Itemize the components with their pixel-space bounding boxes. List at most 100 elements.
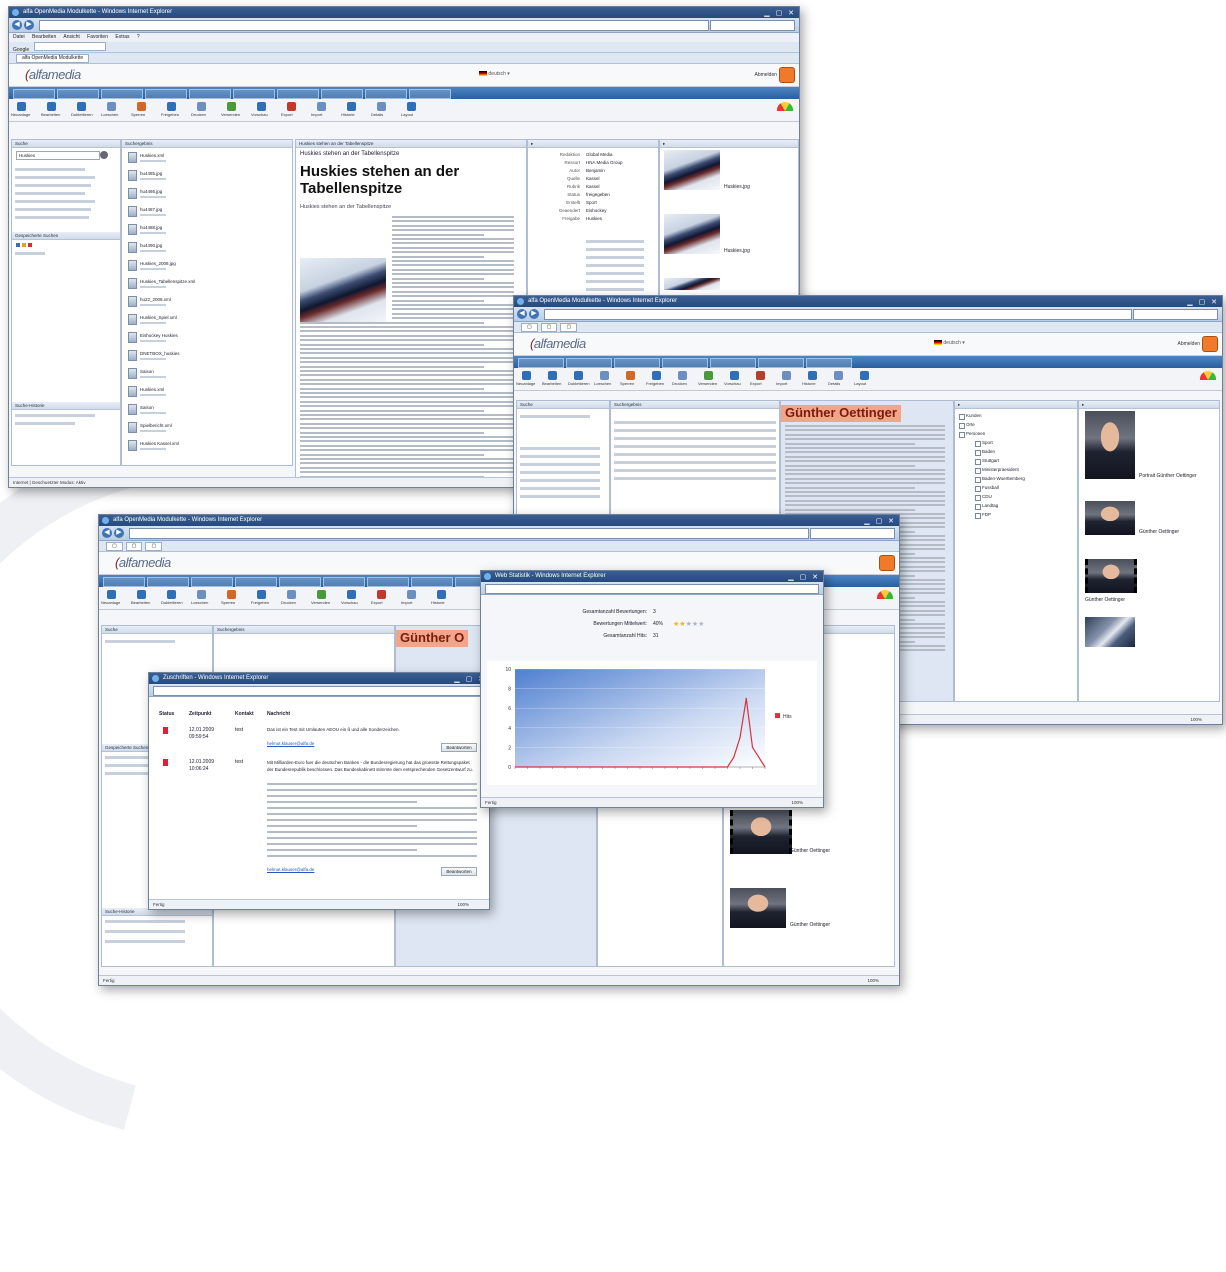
- search-input[interactable]: [105, 640, 175, 643]
- power-icon[interactable]: [879, 555, 895, 571]
- file-name[interactable]: Huskies_Tabellenspitze.xml: [140, 279, 195, 284]
- module-tab[interactable]: [806, 358, 852, 368]
- toolbar-button-icon[interactable]: [197, 590, 206, 599]
- tree-checkbox[interactable]: [959, 423, 965, 429]
- rating-stars[interactable]: ★★★★★: [673, 620, 704, 628]
- file-name[interactable]: Huskies_Spiel.xml: [140, 315, 177, 320]
- toolbar-button-label[interactable]: Versenden: [698, 381, 717, 386]
- module-tab[interactable]: [235, 577, 277, 587]
- file-icon[interactable]: [128, 170, 137, 181]
- file-icon[interactable]: [128, 350, 137, 361]
- toolbar-button-label[interactable]: Versenden: [221, 112, 240, 117]
- toolbar-button-icon[interactable]: [137, 590, 146, 599]
- history-item[interactable]: [15, 422, 75, 425]
- search-input[interactable]: [520, 415, 590, 418]
- film-thumbnail[interactable]: [730, 810, 792, 854]
- toolbar-button-label[interactable]: Details: [371, 112, 383, 117]
- tree-node[interactable]: Fussball: [982, 485, 999, 490]
- table-row[interactable]: [614, 445, 776, 448]
- toolbar-button-label[interactable]: Loeschen: [101, 112, 118, 117]
- logout-link[interactable]: Abmelden: [1177, 341, 1200, 347]
- browser-tab[interactable]: ▢: [521, 323, 538, 332]
- toolbar-button-label[interactable]: Dublettieren: [568, 381, 590, 386]
- tree-node[interactable]: Kunden: [966, 413, 982, 418]
- toolbar-button-label[interactable]: Historie: [802, 381, 816, 386]
- file-name[interactable]: hu4490.jpg: [140, 243, 162, 248]
- toolbar-button-label[interactable]: Sperren: [221, 600, 235, 605]
- browser-tab[interactable]: ▢: [145, 542, 163, 551]
- file-name[interactable]: Saison: [140, 369, 154, 374]
- filter-row[interactable]: [15, 176, 95, 179]
- language-select[interactable]: deutsch ▾: [934, 340, 965, 346]
- toolbar-button-icon[interactable]: [197, 102, 206, 111]
- meta-field[interactable]: [586, 256, 644, 259]
- browser-tab[interactable]: ▢: [125, 542, 143, 551]
- filter-row[interactable]: [520, 487, 600, 490]
- zoom-level[interactable]: 100%: [867, 976, 879, 985]
- menu-items[interactable]: Datei Bearbeiten Ansicht Favoriten Extra…: [13, 34, 140, 40]
- history-item[interactable]: [105, 930, 185, 933]
- filter-row[interactable]: [15, 168, 85, 171]
- module-tab[interactable]: [279, 577, 321, 587]
- file-icon[interactable]: [128, 404, 137, 415]
- search-box[interactable]: [710, 20, 795, 31]
- tree-node[interactable]: Landtag: [982, 503, 998, 508]
- toolbar-button-label[interactable]: Export: [371, 600, 383, 605]
- toolbar-button-icon[interactable]: [347, 590, 356, 599]
- back-icon[interactable]: ◀: [102, 528, 112, 538]
- toolbar-button-icon[interactable]: [317, 590, 326, 599]
- toolbar-button-label[interactable]: Versenden: [311, 600, 330, 605]
- google-search-input[interactable]: [33, 42, 106, 51]
- filter-row[interactable]: [520, 463, 600, 466]
- tree-node[interactable]: FDP: [982, 512, 991, 517]
- table-row[interactable]: [614, 453, 776, 456]
- toolbar-button-label[interactable]: Layout: [401, 112, 413, 117]
- browser-tab[interactable]: ▢: [540, 323, 558, 332]
- thumbnail-image[interactable]: [1085, 617, 1135, 647]
- toolbar-button-label[interactable]: Loeschen: [594, 381, 611, 386]
- file-icon[interactable]: [128, 152, 137, 163]
- address-bar[interactable]: [39, 20, 709, 31]
- message-email-link[interactable]: helmut.klauser@alfa.de: [267, 867, 314, 872]
- browser-tab[interactable]: ▢: [560, 323, 578, 332]
- toolbar-button-icon[interactable]: [407, 590, 416, 599]
- toolbar-button-icon[interactable]: [730, 371, 739, 380]
- file-icon[interactable]: [128, 242, 137, 253]
- module-tab[interactable]: [191, 577, 233, 587]
- file-icon[interactable]: [128, 206, 137, 217]
- reply-button[interactable]: Beantworten: [441, 867, 477, 876]
- file-icon[interactable]: [128, 278, 137, 289]
- toolbar-button-icon[interactable]: [437, 590, 446, 599]
- toolbar-button-icon[interactable]: [17, 102, 26, 111]
- module-tab[interactable]: [662, 358, 708, 368]
- file-icon[interactable]: [128, 296, 137, 307]
- toolbar-button-icon[interactable]: [167, 102, 176, 111]
- toolbar-button-icon[interactable]: [652, 371, 661, 380]
- search-box[interactable]: [1133, 309, 1218, 320]
- table-row[interactable]: [614, 477, 776, 480]
- search-box[interactable]: [810, 528, 895, 539]
- filter-row[interactable]: [520, 447, 600, 450]
- zoom-level[interactable]: 100%: [1190, 715, 1202, 724]
- tree-checkbox[interactable]: [975, 468, 981, 474]
- table-row[interactable]: [614, 421, 776, 424]
- toolbar-button-icon[interactable]: [257, 102, 266, 111]
- thumbnail-image[interactable]: [664, 150, 720, 190]
- table-row[interactable]: [614, 429, 776, 432]
- toolbar-button-label[interactable]: Drucken: [191, 112, 206, 117]
- tree-node[interactable]: Baden: [982, 449, 995, 454]
- file-icon[interactable]: [128, 386, 137, 397]
- language-select[interactable]: deutsch ▾: [479, 71, 510, 77]
- filter-row[interactable]: [15, 192, 85, 195]
- toolbar-button-icon[interactable]: [522, 371, 531, 380]
- thumbnail-image[interactable]: [1085, 501, 1135, 535]
- toolbar-button-label[interactable]: Loeschen: [191, 600, 208, 605]
- module-tab[interactable]: [321, 89, 363, 99]
- address-bar[interactable]: [129, 528, 809, 539]
- module-tab[interactable]: [147, 577, 189, 587]
- tree-checkbox[interactable]: [959, 414, 965, 420]
- toolbar-button-icon[interactable]: [167, 590, 176, 599]
- toolbar-button-label[interactable]: Neuanlage: [11, 112, 30, 117]
- table-row[interactable]: [614, 437, 776, 440]
- tree-checkbox[interactable]: [975, 504, 981, 510]
